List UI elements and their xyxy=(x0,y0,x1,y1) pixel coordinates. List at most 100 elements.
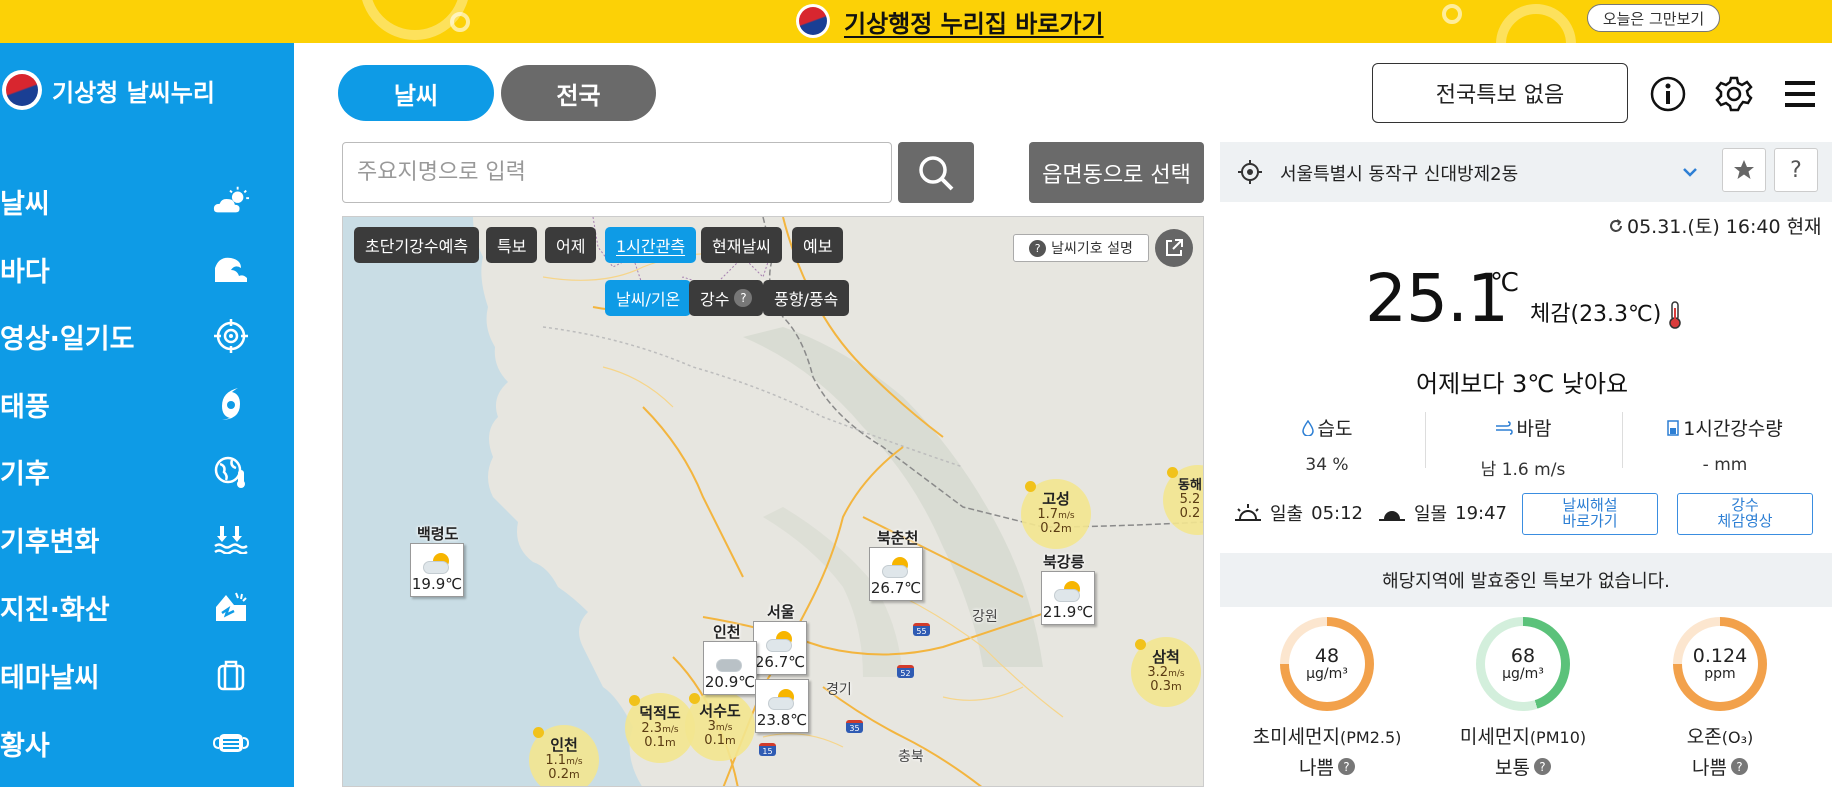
map-tab[interactable]: 특보 xyxy=(486,227,538,263)
help-icon[interactable]: ? xyxy=(1533,758,1551,775)
wind-station-name: 삼척 xyxy=(1152,648,1180,667)
sidebar-item-satellite[interactable]: 영상·일기도 xyxy=(0,306,294,366)
wind-marker[interactable]: 인천 1.1m/s 0.2m xyxy=(529,725,599,786)
external-link-button[interactable] xyxy=(1155,229,1193,267)
sidebar-item-climate[interactable]: 기후 xyxy=(0,441,294,501)
map-tab[interactable]: 현재날씨 xyxy=(701,227,782,263)
pm25-name: 초미세먼지(PM2.5) xyxy=(1232,722,1422,749)
pm10-grade: 보통? xyxy=(1428,753,1618,780)
sidebar-item-earthquake[interactable]: 지진·화산 xyxy=(0,577,294,637)
wind-marker[interactable]: 삼척 3.2m/s 0.3m xyxy=(1131,637,1201,707)
wind-speed: 1.7 xyxy=(1037,506,1059,522)
help-icon[interactable]: ? xyxy=(1730,758,1748,775)
ozone-gauge[interactable]: 0.124 ppm xyxy=(1673,617,1767,711)
admin-site-link[interactable]: 기상행정 누리집 바로가기 xyxy=(844,4,1104,39)
sidebar-item-label: 바다 xyxy=(0,256,50,288)
sunset-icon xyxy=(1379,511,1405,521)
map-tab[interactable]: 초단기강수예측 xyxy=(354,227,480,263)
banner-link-area[interactable]: 기상행정 누리집 바로가기 xyxy=(796,2,1104,40)
menu-icon[interactable] xyxy=(1780,74,1820,114)
favorite-button[interactable] xyxy=(1722,148,1766,192)
wind-marker[interactable]: 서수도 3m/s 0.1m xyxy=(685,691,755,761)
station-name: 북강릉 xyxy=(1043,553,1085,571)
wind-value: 남 1.6 m/s xyxy=(1480,460,1566,480)
help-icon[interactable]: ? xyxy=(734,289,753,307)
map-tab-active[interactable]: 1시간관측 xyxy=(605,227,697,263)
sunrise-info: 일출 05:12 xyxy=(1234,500,1363,526)
tab-weather[interactable]: 날씨 xyxy=(338,65,494,121)
wind-speed-unit: m/s xyxy=(662,724,679,735)
chevron-down-icon[interactable] xyxy=(1680,162,1700,182)
dismiss-today-button[interactable]: 오늘은 그만보기 xyxy=(1587,4,1720,32)
station-temp: 26.7℃ xyxy=(870,579,922,597)
select-by-dong-button[interactable]: 읍면동으로 선택 xyxy=(1029,142,1204,203)
sidebar-item-label: 지진·화산 xyxy=(0,594,110,626)
help-icon[interactable]: ? xyxy=(1337,758,1355,775)
map-tab[interactable]: 어제 xyxy=(545,227,597,263)
pm25-grade: 나쁨? xyxy=(1232,753,1422,780)
location-selector[interactable]: 서울특별시 동작구 신대방제2동 ? xyxy=(1220,142,1832,202)
button-line: 바로가기 xyxy=(1562,512,1618,530)
pm10-gauge[interactable]: 68 μg/m³ xyxy=(1476,617,1570,711)
sidebar-item-climate-change[interactable]: 기후변화 xyxy=(0,509,294,569)
sidebar-item-yellow-dust[interactable]: 황사 xyxy=(0,713,294,773)
sunrise-label: 일출 xyxy=(1270,504,1304,525)
station-marker[interactable]: 19.9℃ xyxy=(410,543,464,597)
station-marker[interactable]: 20.9℃ xyxy=(703,641,757,695)
map-subtab[interactable]: 풍향/풍속 xyxy=(763,280,850,316)
search-button[interactable] xyxy=(898,142,974,203)
sunset-time: 19:47 xyxy=(1455,502,1507,524)
sidebar-item-sea[interactable]: 바다 xyxy=(0,239,294,299)
help-button[interactable]: ? xyxy=(1774,148,1818,192)
wave-height: 0.2 xyxy=(548,767,569,783)
wind-marker[interactable]: 고성 1.7m/s 0.2m xyxy=(1021,479,1091,549)
wave-height-unit: m xyxy=(568,768,580,782)
sidebar-item-weather[interactable]: 날씨 xyxy=(0,171,294,231)
sidebar-item-label: 영상·일기도 xyxy=(0,323,135,355)
wind-speed-unit: m/s xyxy=(1168,668,1185,679)
banner-decoration xyxy=(450,12,470,32)
region-label: 경기 xyxy=(826,682,852,698)
ozone-grade-text: 나쁨 xyxy=(1692,757,1727,779)
station-marker[interactable]: 26.7℃ xyxy=(869,547,923,601)
sidebar-item-theme[interactable]: 테마날씨 xyxy=(0,645,294,705)
gear-icon[interactable] xyxy=(1714,74,1754,114)
marker-dot-icon xyxy=(1135,639,1146,650)
pm25-gauge[interactable]: 48 μg/m³ xyxy=(1280,617,1374,711)
highway-shield-icon: 35 xyxy=(846,720,863,733)
weather-legend-button[interactable]: ? 날씨기호 설명 xyxy=(1013,234,1149,262)
map-subtab-active[interactable]: 날씨/기온 xyxy=(605,280,692,316)
partly-cloudy-icon xyxy=(1052,581,1084,603)
station-temp: 23.8℃ xyxy=(756,711,808,729)
brand-logo[interactable]: 기상청 날씨누리 xyxy=(2,70,215,110)
ozone-label: 오존 xyxy=(1686,726,1722,748)
wind-stat: 바람 남 1.6 m/s xyxy=(1428,414,1618,480)
climate-change-icon xyxy=(212,520,250,558)
precip-video-button[interactable]: 강수 체감영상 xyxy=(1677,493,1813,535)
pm10-unit: μg/m³ xyxy=(1502,665,1544,682)
refresh-icon[interactable] xyxy=(1608,218,1624,234)
wind-speed: 1.1 xyxy=(545,752,567,768)
thermometer-icon xyxy=(1669,301,1682,329)
map-tab[interactable]: 예보 xyxy=(792,227,844,263)
national-alert-status-button[interactable]: 전국특보 없음 xyxy=(1372,63,1628,123)
region-label: 강원 xyxy=(972,609,998,625)
weather-commentary-button[interactable]: 날씨해설 바로가기 xyxy=(1522,493,1658,535)
tab-nation[interactable]: 전국 xyxy=(501,65,656,121)
observation-time: 05.31.(토) 16:40 현재 xyxy=(1608,212,1822,239)
search-input[interactable] xyxy=(342,142,892,203)
weather-map[interactable]: 초단기강수예측 특보 어제 1시간관측 현재날씨 예보 날씨/기온 강수? 풍향… xyxy=(342,216,1204,787)
current-location-icon[interactable] xyxy=(1238,160,1262,184)
info-icon[interactable] xyxy=(1648,74,1688,114)
marker-dot-icon xyxy=(1167,467,1178,478)
map-subtab-precip[interactable]: 강수? xyxy=(689,280,764,316)
wind-station-name: 서수도 xyxy=(699,702,741,721)
station-marker[interactable]: 26.7℃ xyxy=(753,621,807,675)
droplet-icon xyxy=(1301,419,1314,436)
wave-height: 0.1 xyxy=(644,735,665,751)
station-marker[interactable]: 21.9℃ xyxy=(1041,571,1095,625)
location-name[interactable]: 서울특별시 동작구 신대방제2동 xyxy=(1280,160,1518,186)
station-marker[interactable]: 23.8℃ xyxy=(755,679,809,733)
sunset-label: 일몰 xyxy=(1414,504,1448,525)
sidebar-item-typhoon[interactable]: 태풍 xyxy=(0,374,294,434)
